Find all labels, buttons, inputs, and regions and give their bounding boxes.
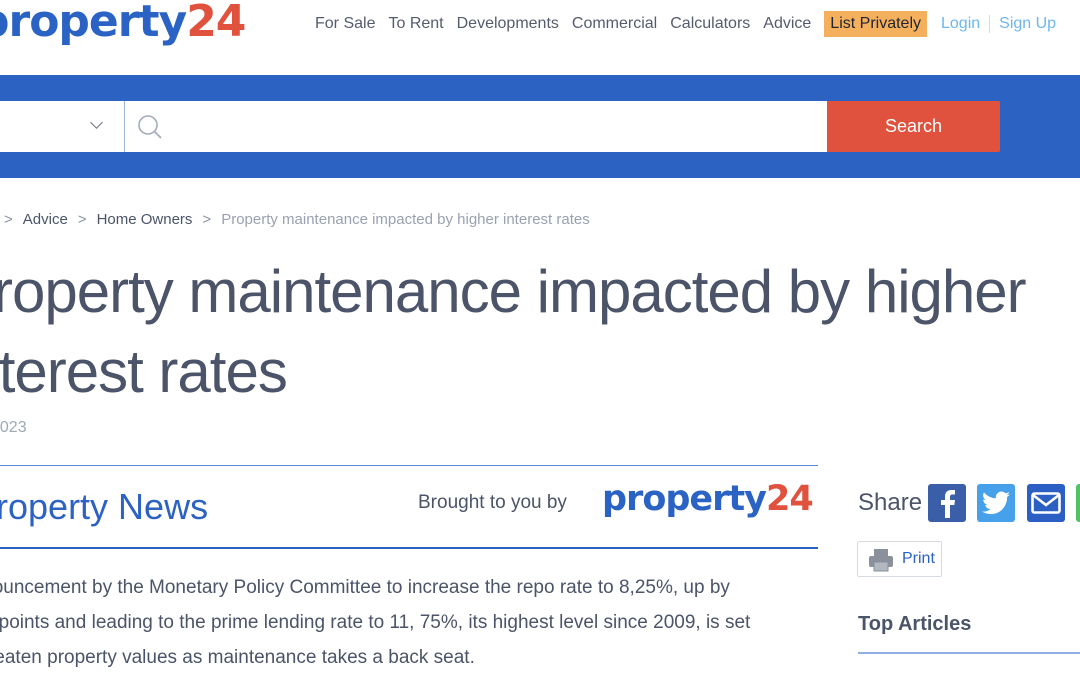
nav-commercial[interactable]: Commercial bbox=[572, 15, 657, 33]
share-label: Share bbox=[858, 489, 923, 516]
breadcrumb-separator: > bbox=[4, 211, 13, 228]
body-line: to threaten property values as maintenan… bbox=[0, 647, 475, 668]
breadcrumb-advice[interactable]: Advice bbox=[23, 211, 68, 228]
list-privately-button[interactable]: List Privately bbox=[824, 11, 927, 37]
search-icon bbox=[138, 115, 162, 139]
nav-to-rent[interactable]: To Rent bbox=[388, 15, 443, 33]
breadcrumb-separator: > bbox=[202, 211, 212, 228]
breadcrumb-separator: > bbox=[77, 211, 87, 228]
sponsor-logo-property: property bbox=[602, 479, 767, 519]
body-line: The announcement by the Monetary Policy … bbox=[0, 577, 730, 598]
search-input[interactable] bbox=[125, 101, 827, 152]
top-navigation: For Sale To Rent Developments Commercial… bbox=[315, 10, 1056, 38]
login-link[interactable]: Login bbox=[941, 15, 980, 33]
nav-advice[interactable]: Advice bbox=[763, 15, 811, 33]
nav-divider bbox=[989, 15, 991, 33]
breadcrumb-current: Property maintenance impacted by higher … bbox=[221, 211, 590, 228]
signup-link[interactable]: Sign Up bbox=[999, 15, 1056, 33]
top-articles-divider bbox=[858, 652, 1080, 654]
breadcrumb: > Advice > Home Owners > Property mainte… bbox=[4, 211, 590, 228]
logo-text-property: property bbox=[0, 0, 187, 47]
nav-developments[interactable]: Developments bbox=[457, 15, 559, 33]
print-button[interactable]: Print bbox=[857, 541, 942, 577]
body-line: basis points and leading to the prime le… bbox=[0, 612, 751, 633]
share-whatsapp-button[interactable] bbox=[1076, 484, 1080, 522]
nav-calculators[interactable]: Calculators bbox=[670, 15, 750, 33]
article-title: Property maintenance impacted by higher … bbox=[0, 258, 1027, 405]
site-logo[interactable]: property24 bbox=[0, 0, 246, 52]
nav-for-sale[interactable]: For Sale bbox=[315, 15, 375, 33]
facebook-icon bbox=[941, 490, 955, 518]
twitter-icon bbox=[982, 491, 1010, 515]
search-band: Search bbox=[0, 75, 1080, 178]
logo-text-24: 24 bbox=[186, 0, 246, 47]
print-label: Print bbox=[902, 550, 935, 567]
search-button[interactable]: Search bbox=[827, 101, 1000, 152]
printer-icon bbox=[869, 549, 893, 572]
share-twitter-button[interactable] bbox=[977, 484, 1015, 522]
top-articles-heading: Top Articles bbox=[858, 613, 972, 635]
brought-to-you-by: Brought to you by bbox=[418, 492, 567, 513]
sponsor-logo-24: 24 bbox=[765, 479, 814, 519]
sponsor-logo: property24 bbox=[602, 479, 814, 519]
email-icon bbox=[1031, 492, 1061, 514]
chevron-down-icon bbox=[90, 116, 103, 129]
share-email-button[interactable] bbox=[1027, 484, 1065, 522]
news-source-title: Property News bbox=[0, 486, 209, 527]
search-type-select[interactable] bbox=[0, 101, 125, 152]
article-body: The announcement by the Monetary Policy … bbox=[0, 570, 831, 675]
property-news-banner: Property News Brought to you by property… bbox=[0, 465, 818, 549]
article-date: 2023 bbox=[0, 419, 27, 436]
breadcrumb-home-owners[interactable]: Home Owners bbox=[97, 211, 193, 228]
share-facebook-button[interactable] bbox=[928, 484, 966, 522]
